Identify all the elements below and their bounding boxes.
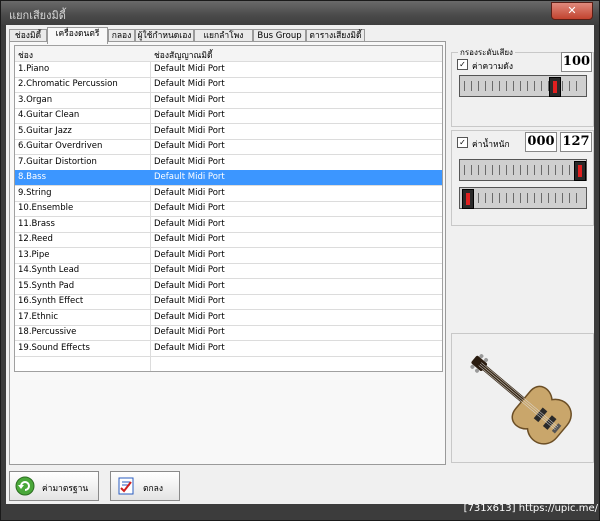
cell-channel: 7.Guitar Distortion	[18, 156, 97, 167]
cell-midi-port: Default Midi Port	[154, 203, 225, 213]
client-area: ช่องมิดี้ เครื่องดนตรี กลอง ผู้ใช้กำหนดเองแ…	[6, 25, 594, 504]
cell-channel: 14.Synth Lead	[18, 265, 80, 275]
volume-checkbox-label: ค่าความดัง	[472, 62, 513, 72]
table-row[interactable]: 16.Synth Effect Default Midi Port	[15, 294, 442, 310]
bass-guitar-icon	[470, 354, 572, 445]
table-row[interactable]: 13.Pipe Default Midi Port	[15, 248, 442, 264]
weight-checkbox-label: ค่าน้ำหนัก	[472, 140, 510, 150]
table-row[interactable]: 7.Guitar Distortion Default Midi Port	[15, 155, 442, 171]
cell-channel: 13.Pipe	[18, 249, 50, 260]
cell-midi-port: ช่องสัญญาณมิดี้	[154, 51, 213, 61]
cell-channel: 10.Ensemble	[18, 203, 74, 213]
table-row[interactable]: 15.Synth Pad Default Midi Port	[15, 279, 442, 295]
table-row[interactable]: 6.Guitar Overdriven Default Midi Port	[15, 139, 442, 155]
weight-filter-group: ✓ ค่าน้ำหนัก 000 127	[451, 130, 594, 226]
cell-midi-port: Default Midi Port	[154, 156, 225, 167]
cell-channel: 18.Percussive	[18, 327, 77, 337]
table-row[interactable]: 14.Synth Lead Default Midi Port	[15, 263, 442, 279]
tab-pane-instruments: ช่อง ช่องสัญญาณมิดี้ 1.Piano Default Midi P…	[9, 41, 446, 465]
cell-midi-port: Default Midi Port	[154, 296, 225, 306]
cell-midi-port: Default Midi Port	[154, 94, 225, 105]
cell-channel: 3.Organ	[18, 94, 53, 105]
volume-slider[interactable]	[459, 75, 587, 97]
table-row[interactable]: 4.Guitar Clean Default Midi Port	[15, 108, 442, 124]
cell-midi-port: Default Midi Port	[154, 265, 225, 275]
close-button[interactable]: ✕	[551, 2, 593, 20]
cell-midi-port: Default Midi Port	[154, 141, 225, 151]
cell-channel: 1.Piano	[18, 63, 50, 74]
default-values-button[interactable]: ค่ามาตรฐาน	[9, 471, 99, 501]
cell-midi-port: Default Midi Port	[154, 342, 225, 353]
table-row[interactable]: 8.Bass Default Midi Port	[15, 170, 442, 186]
table-row[interactable]: 19.Sound Effects Default Midi Port	[15, 341, 442, 357]
table-header[interactable]: ช่อง ช่องสัญญาณมิดี้	[15, 46, 442, 62]
table-row[interactable]: 3.Organ Default Midi Port	[15, 93, 442, 109]
cell-channel: 16.Synth Effect	[18, 296, 84, 306]
weight-max-slider[interactable]	[459, 159, 587, 181]
weight-checkbox[interactable]: ✓	[457, 137, 468, 148]
cell-midi-port: Default Midi Port	[154, 249, 225, 260]
table-row[interactable]: 17.Ethnic Default Midi Port	[15, 310, 442, 326]
volume-checkbox[interactable]: ✓	[457, 59, 468, 70]
cell-channel: 15.Synth Pad	[18, 280, 75, 291]
tab-1[interactable]: เครื่องดนตรี	[47, 27, 108, 44]
cell-channel: 12.Reed	[18, 234, 53, 244]
cell-midi-port: Default Midi Port	[154, 79, 225, 89]
instrument-table[interactable]: ช่อง ช่องสัญญาณมิดี้ 1.Piano Default Midi P…	[14, 45, 443, 372]
cell-midi-port: Default Midi Port	[154, 327, 225, 337]
weight-min-slider-track	[464, 193, 582, 203]
ok-button[interactable]: ตกลง	[110, 471, 180, 501]
instrument-image-box	[451, 333, 594, 463]
main-window: แยกเสียงมิดี้ ✕ ช่องมิดี้ เครื่องดนตรี กลอ…	[0, 0, 600, 521]
cell-channel: 4.Guitar Clean	[18, 110, 80, 120]
cell-midi-port: Default Midi Port	[154, 311, 225, 322]
cell-channel: 8.Bass	[18, 172, 47, 182]
default-values-label: ค่ามาตรฐาน	[42, 484, 89, 494]
cell-midi-port: Default Midi Port	[154, 63, 225, 74]
weight-min-slider-thumb[interactable]	[462, 189, 474, 209]
table-row[interactable]: 18.Percussive Default Midi Port	[15, 325, 442, 341]
cell-midi-port: Default Midi Port	[154, 125, 225, 136]
cell-midi-port: Default Midi Port	[154, 172, 225, 182]
weight-max-slider-thumb[interactable]	[574, 161, 586, 181]
right-panel: กรองระดับเสียง ✓ ค่าความดัง 100 ✓ ค่าน้ำ…	[446, 41, 594, 463]
cell-channel: 9.String	[18, 187, 52, 198]
cell-midi-port: Default Midi Port	[154, 218, 225, 229]
watermark-text: [731x613] https://upic.me/	[463, 503, 598, 514]
table-row[interactable]: 11.Brass Default Midi Port	[15, 217, 442, 233]
cell-midi-port: Default Midi Port	[154, 110, 225, 120]
cell-channel: 17.Ethnic	[18, 311, 59, 322]
cell-midi-port: Default Midi Port	[154, 234, 225, 244]
cell-channel: 2.Chromatic Percussion	[18, 79, 118, 89]
table-row[interactable]: 2.Chromatic Percussion Default Midi Port	[15, 77, 442, 93]
table-row[interactable]: 10.Ensemble Default Midi Port	[15, 201, 442, 217]
table-row[interactable]: 5.Guitar Jazz Default Midi Port	[15, 124, 442, 140]
cell-channel: 11.Brass	[18, 218, 55, 229]
cell-channel: 6.Guitar Overdriven	[18, 141, 103, 151]
cell-midi-port: Default Midi Port	[154, 187, 225, 198]
volume-group-title: กรองระดับเสียง	[458, 46, 515, 59]
table-row[interactable]: 9.String Default Midi Port	[15, 186, 442, 202]
volume-value: 100	[561, 52, 592, 72]
weight-min-slider[interactable]	[459, 187, 587, 209]
volume-slider-track	[464, 81, 582, 91]
volume-slider-thumb[interactable]	[549, 77, 562, 97]
window-title: แยกเสียงมิดี้	[9, 9, 66, 22]
table-row[interactable]: 12.Reed Default Midi Port	[15, 232, 442, 248]
weight-max-value: 127	[560, 132, 592, 152]
checklist-icon	[118, 477, 134, 495]
title-bar[interactable]: แยกเสียงมิดี้ ✕	[1, 1, 599, 25]
cell-channel: ช่อง	[18, 51, 34, 61]
weight-max-slider-track	[464, 165, 582, 175]
ok-label: ตกลง	[143, 484, 164, 494]
cell-channel: 19.Sound Effects	[18, 342, 90, 353]
volume-filter-group: กรองระดับเสียง ✓ ค่าความดัง 100	[451, 46, 594, 127]
table-row[interactable]: 1.Piano Default Midi Port	[15, 62, 442, 78]
cell-midi-port: Default Midi Port	[154, 280, 225, 291]
refresh-icon	[15, 476, 35, 496]
weight-min-value: 000	[525, 132, 557, 152]
cell-channel: 5.Guitar Jazz	[18, 125, 72, 136]
